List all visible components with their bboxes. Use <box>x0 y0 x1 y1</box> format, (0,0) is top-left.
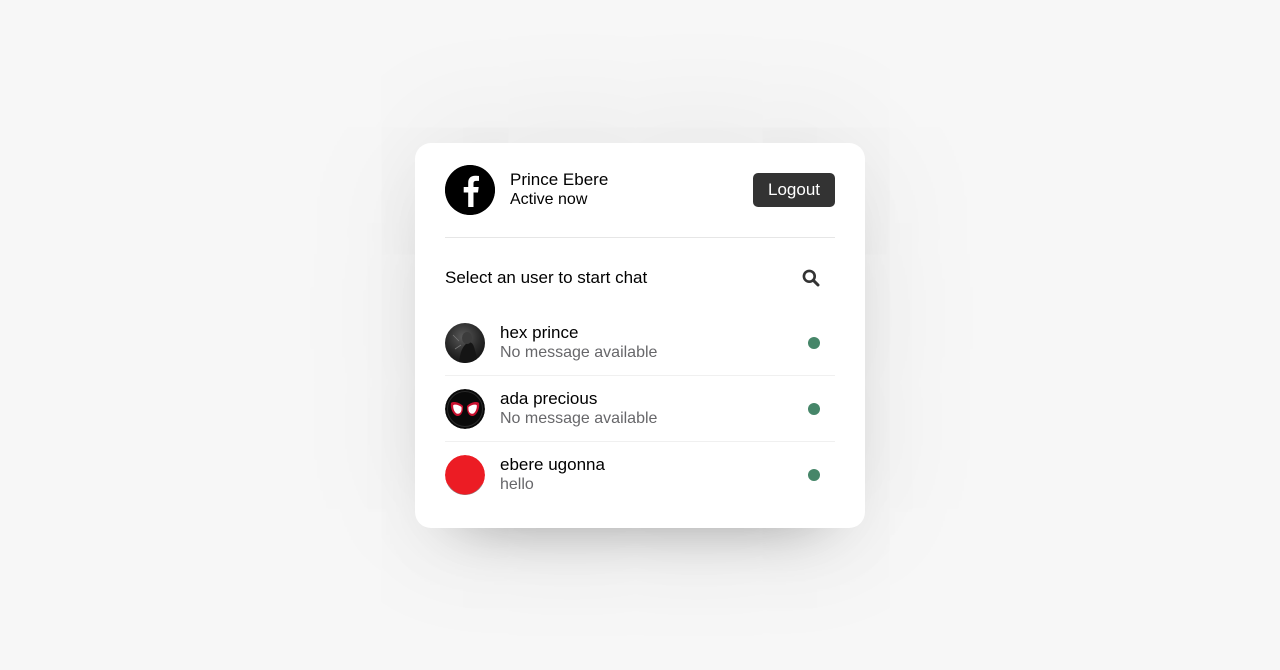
profile-summary: Prince Ebere Active now <box>445 165 608 215</box>
user-row-ebere-ugonna[interactable]: ebere ugonna hello <box>445 442 835 508</box>
profile-name: Prince Ebere <box>510 170 609 189</box>
user-row-ada-precious[interactable]: ada precious No message available <box>445 376 835 442</box>
profile-header: Prince Ebere Active now Logout <box>445 143 835 238</box>
user-name: ebere ugonna <box>500 455 605 474</box>
user-name: ada precious <box>500 388 598 408</box>
chat-users-card: Prince Ebere Active now Logout Select an… <box>415 143 865 528</box>
profile-details: Prince Ebere Active now <box>510 170 608 210</box>
user-row-hex-prince[interactable]: hex prince No message available <box>445 310 835 376</box>
user-details: hex prince No message available <box>500 323 808 363</box>
spider-mask-avatar <box>445 388 485 429</box>
user-last-message: No message available <box>500 343 658 361</box>
search-prompt: Select an user to start chat <box>445 268 648 287</box>
facebook-logo-icon <box>445 165 495 215</box>
user-details: ada precious No message available <box>500 389 808 429</box>
online-status-dot <box>808 469 820 481</box>
online-status-dot <box>808 336 820 349</box>
user-list: hex prince No message available ada prec… <box>445 310 835 508</box>
search-bar: Select an user to start chat <box>445 238 835 318</box>
user-last-message: No message available <box>500 409 658 427</box>
logout-button[interactable]: Logout <box>753 173 835 207</box>
search-icon <box>802 269 820 287</box>
dark-photo-avatar <box>445 322 485 363</box>
user-name: hex prince <box>500 322 579 342</box>
user-details: ebere ugonna hello <box>500 455 808 495</box>
red-circle-avatar <box>445 455 485 495</box>
user-last-message: hello <box>500 476 534 493</box>
search-button[interactable] <box>791 258 831 298</box>
online-status-dot <box>808 402 820 415</box>
profile-status: Active now <box>510 191 588 208</box>
